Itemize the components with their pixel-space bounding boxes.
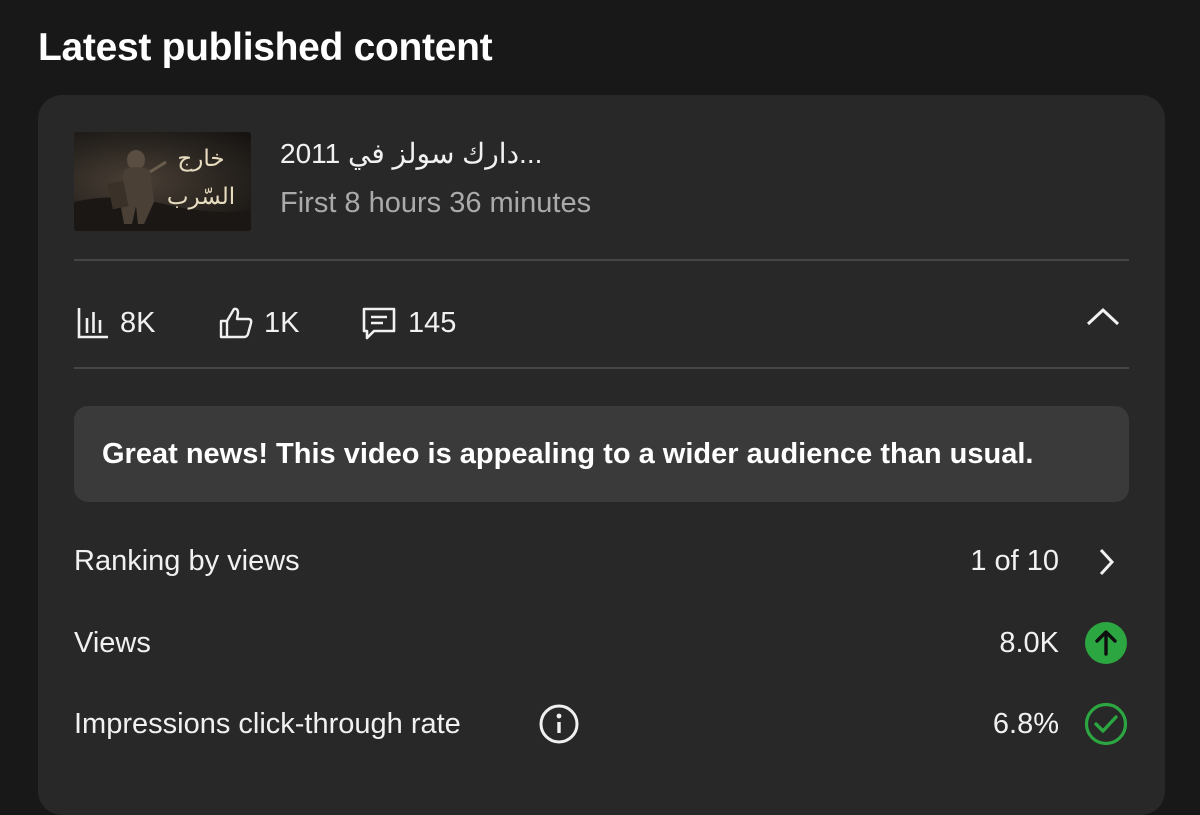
banner-message: Great news! This video is appealing to a… (102, 438, 1034, 470)
chevron-right-icon (1099, 548, 1115, 576)
ctr-label: Impressions click-through rate (74, 708, 461, 740)
info-icon (539, 704, 579, 744)
thumbnail-caption-line1: خارج (177, 146, 225, 172)
thumbnail-caption: خارج السّرب (161, 140, 241, 216)
views-metric-label: Views (74, 627, 151, 659)
section-heading: Latest published content (38, 26, 493, 69)
comment-icon (362, 307, 396, 340)
check-circle-icon (1084, 702, 1128, 746)
divider (74, 367, 1129, 369)
latest-content-card: خارج السّرب دارك سولز في 2011... First 8… (38, 95, 1165, 815)
ranking-label: Ranking by views (74, 545, 300, 577)
comments-stat: 145 (360, 303, 456, 343)
arrow-up-circle-icon (1085, 622, 1127, 664)
video-thumbnail[interactable]: خارج السّرب (74, 132, 251, 231)
collapse-button[interactable] (1078, 295, 1128, 339)
views-count: 8K (120, 306, 156, 339)
video-title[interactable]: دارك سولز في 2011... (280, 137, 542, 170)
likes-stat: 1K (218, 303, 299, 343)
ctr-value: 6.8% (992, 708, 1059, 740)
likes-count: 1K (264, 306, 300, 339)
video-time-since-publish: First 8 hours 36 minutes (280, 187, 592, 219)
chevron-up-icon (1086, 307, 1120, 326)
thumbs-up-icon (219, 307, 253, 339)
audience-insight-banner: Great news! This video is appealing to a… (74, 406, 1129, 502)
comments-count: 145 (408, 306, 457, 339)
divider (74, 259, 1129, 261)
info-button[interactable] (538, 703, 580, 745)
ctr-status-indicator (1083, 701, 1129, 747)
views-metric-value: 8.0K (999, 627, 1059, 659)
ranking-details-button[interactable] (1083, 539, 1129, 585)
views-trend-indicator (1083, 620, 1129, 666)
ranking-value: 1 of 10 (970, 545, 1059, 577)
thumbnail-caption-line2: السّرب (166, 184, 236, 210)
bar-chart-icon (77, 308, 108, 339)
views-stat: 8K (76, 303, 155, 343)
